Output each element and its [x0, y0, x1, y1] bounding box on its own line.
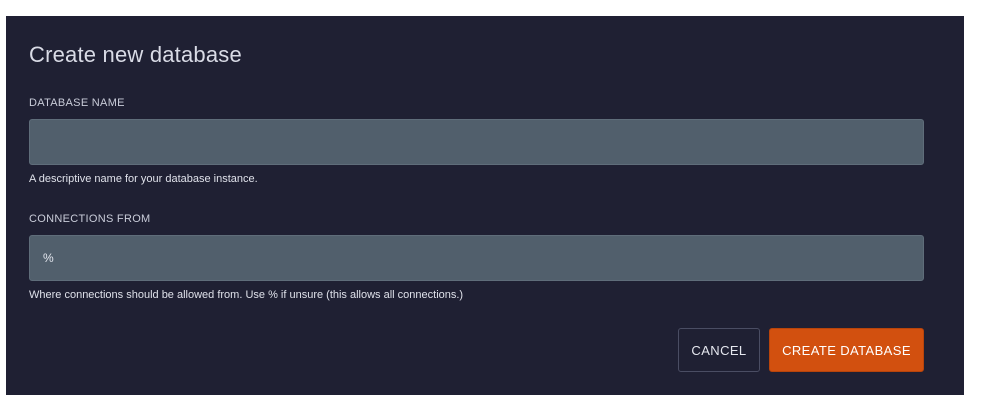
create-database-button[interactable]: CREATE DATABASE	[769, 328, 924, 372]
connections-from-label: CONNECTIONS FROM	[29, 213, 151, 225]
cancel-button[interactable]: CANCEL	[678, 328, 760, 372]
connections-from-input[interactable]	[29, 235, 924, 281]
database-name-input[interactable]	[29, 119, 924, 165]
connections-from-hint: Where connections should be allowed from…	[29, 289, 464, 301]
dialog-title: Create new database	[29, 42, 242, 67]
create-database-dialog: Create new database DATABASE NAME A desc…	[6, 16, 964, 395]
database-name-hint: A descriptive name for your database ins…	[29, 173, 258, 185]
database-name-label: DATABASE NAME	[29, 97, 125, 109]
